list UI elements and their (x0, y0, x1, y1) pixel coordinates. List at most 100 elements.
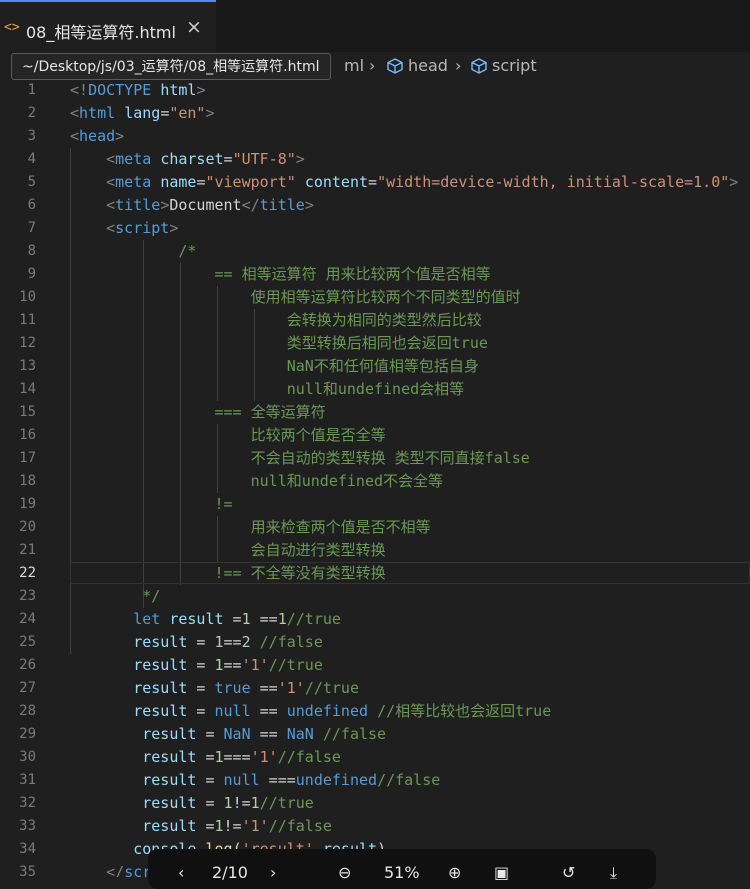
code-text: result = 1==2 //false (70, 631, 323, 654)
code-line[interactable]: 7 <script> (0, 217, 750, 240)
breadcrumb-html[interactable]: ml (344, 56, 364, 75)
line-number: 33 (19, 818, 36, 834)
code-text: let result =1 ==1//true (70, 608, 341, 631)
line-number: 25 (19, 634, 36, 650)
code-line[interactable]: 15 === 全等运算符 (0, 401, 750, 424)
code-line[interactable]: 12 类型转换后相同也会返回true (0, 332, 750, 355)
image-icon[interactable]: ▣ (494, 863, 509, 882)
code-line[interactable]: 24 let result =1 ==1//true (0, 608, 750, 631)
code-line[interactable]: 32 result = 1!=1//true (0, 792, 750, 815)
code-line[interactable]: 8 /* (0, 240, 750, 263)
close-icon[interactable]: × (186, 16, 202, 38)
code-line[interactable]: 14 null和undefined会相等 (0, 378, 750, 401)
download-icon[interactable]: ⤓ (610, 863, 617, 883)
zoom-out-icon[interactable]: ⊖ (338, 863, 351, 882)
tab-label: 08_相等运算符.html (26, 23, 176, 42)
breadcrumb-head[interactable]: head (387, 56, 448, 75)
code-token: > (115, 127, 125, 145)
code-line[interactable]: 2 <html lang="en"> (0, 102, 750, 125)
code-line[interactable]: 29 result = NaN == NaN //false (0, 723, 750, 746)
zoom-in-icon[interactable]: ⊕ (448, 863, 461, 882)
chevron-left-icon[interactable]: ‹ (178, 863, 184, 882)
code-line[interactable]: 20 用来检查两个值是否不相等 (0, 516, 750, 539)
chevron-right-icon[interactable]: › (270, 863, 276, 882)
code-line[interactable]: 1 <!DOCTYPE html> (0, 79, 750, 102)
code-token: NaN不和任何值相等包括自身 (286, 357, 479, 375)
code-token: let (133, 610, 161, 628)
line-number: 4 (27, 151, 36, 167)
code-text: result = null == undefined //相等比较也会返回tru… (70, 700, 551, 723)
editor-tab[interactable]: <> 08_相等运算符.html × (0, 0, 216, 52)
code-line[interactable]: 30 result =1==='1'//false (0, 746, 750, 769)
code-line[interactable]: 21 会自动进行类型转换 (0, 539, 750, 562)
code-token: result (133, 656, 188, 674)
code-text: 比较两个值是否全等 (70, 424, 386, 447)
code-line[interactable]: 4 <meta charset="UTF-8"> (0, 148, 750, 171)
code-token: null和undefined会相等 (286, 380, 465, 398)
code-token: == 相等运算符 用来比较两个值是否相等 (214, 265, 491, 283)
rotate-icon[interactable]: ↺ (562, 863, 575, 882)
code-token: true (214, 679, 251, 697)
code-line[interactable]: 31 result = null ===undefined//false (0, 769, 750, 792)
code-token: !== 不全等没有类型转换 (214, 564, 386, 582)
line-number: 3 (27, 128, 36, 144)
code-token: < (106, 219, 116, 237)
code-line[interactable]: 9 == 相等运算符 用来比较两个值是否相等 (0, 263, 750, 286)
code-token: = (196, 771, 224, 789)
code-token: null (223, 771, 260, 789)
code-line[interactable]: 26 result = 1=='1'//true (0, 654, 750, 677)
code-token: Document (169, 196, 242, 214)
code-line[interactable]: 5 <meta name="viewport" content="width=d… (0, 171, 750, 194)
zoom-level: 51% (384, 863, 420, 882)
code-line[interactable]: 22 !== 不全等没有类型转换 (0, 562, 750, 585)
code-token: > (295, 150, 305, 168)
code-text: 不会自动的类型转换 类型不同直接false (70, 447, 530, 470)
code-token: 1 (250, 794, 260, 812)
code-token: < (106, 196, 116, 214)
code-line[interactable]: 18 null和undefined不会全等 (0, 470, 750, 493)
line-number: 26 (19, 657, 36, 673)
code-line[interactable]: 11 会转换为相同的类型然后比较 (0, 309, 750, 332)
code-line[interactable]: 16 比较两个值是否全等 (0, 424, 750, 447)
line-number: 16 (19, 427, 36, 443)
code-line[interactable]: 33 result =1!='1'//false (0, 815, 750, 838)
line-number: 30 (19, 749, 36, 765)
code-line[interactable]: 17 不会自动的类型转换 类型不同直接false (0, 447, 750, 470)
code-line[interactable]: 6 <title>Document</title> (0, 194, 750, 217)
breadcrumb-script-label: script (492, 56, 537, 75)
code-token: result (142, 794, 197, 812)
code-line[interactable]: 3 <head> (0, 125, 750, 148)
code-line[interactable]: 28 result = null == undefined //相等比较也会返回… (0, 700, 750, 723)
code-line[interactable]: 10 使用相等运算符比较两个不同类型的值时 (0, 286, 750, 309)
code-token: "en" (169, 104, 206, 122)
code-text: null和undefined会相等 (70, 378, 464, 401)
code-token: '1' (241, 656, 269, 674)
breadcrumb-script[interactable]: script (471, 56, 537, 75)
code-token: = (196, 817, 215, 835)
code-token: = (187, 702, 215, 720)
code-editor[interactable]: 1 <!DOCTYPE html> 2 <html lang="en"> 3 <head>… (0, 79, 750, 877)
code-line[interactable]: 27 result = true =='1'//true (0, 677, 750, 700)
code-text: <!DOCTYPE html> (70, 79, 205, 102)
code-text: == 相等运算符 用来比较两个值是否相等 (70, 263, 491, 286)
code-line[interactable]: 25 result = 1==2 //false (0, 631, 750, 654)
code-line[interactable]: 23 */ (0, 585, 750, 608)
code-line[interactable]: 19 != (0, 493, 750, 516)
code-token: lang (124, 104, 161, 122)
code-token: 不会自动的类型转换 类型不同直接false (250, 449, 530, 467)
code-line[interactable]: 13 NaN不和任何值相等包括自身 (0, 355, 750, 378)
line-number: 14 (19, 381, 36, 397)
